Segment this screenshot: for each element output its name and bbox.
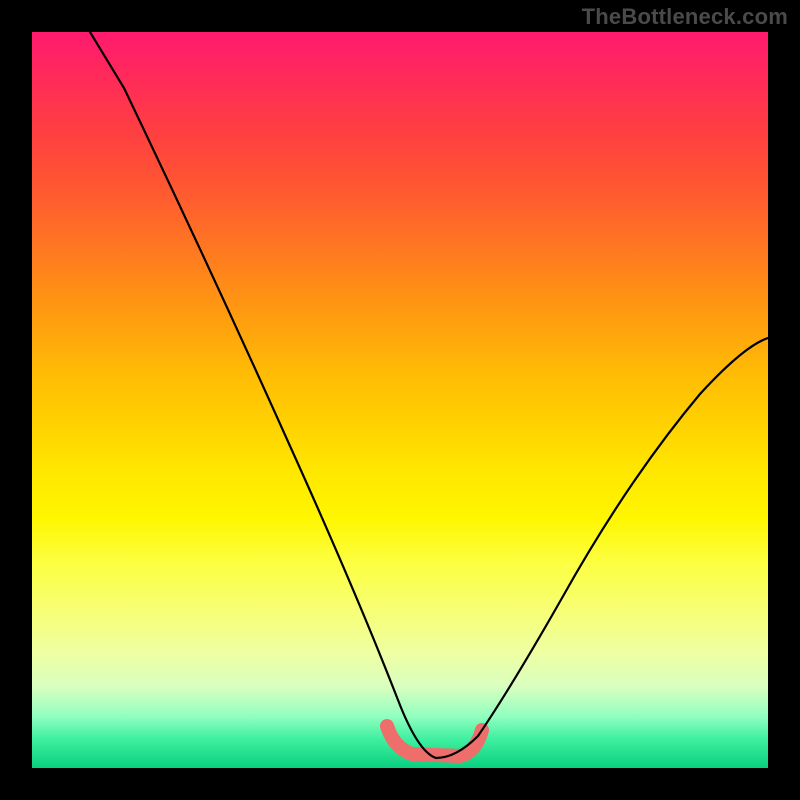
chart-svg	[32, 32, 768, 768]
optimal-band-marker	[387, 726, 482, 756]
chart-frame: TheBottleneck.com	[0, 0, 800, 800]
plot-area	[32, 32, 768, 768]
bottleneck-curve	[90, 32, 768, 758]
watermark-text: TheBottleneck.com	[582, 4, 788, 30]
